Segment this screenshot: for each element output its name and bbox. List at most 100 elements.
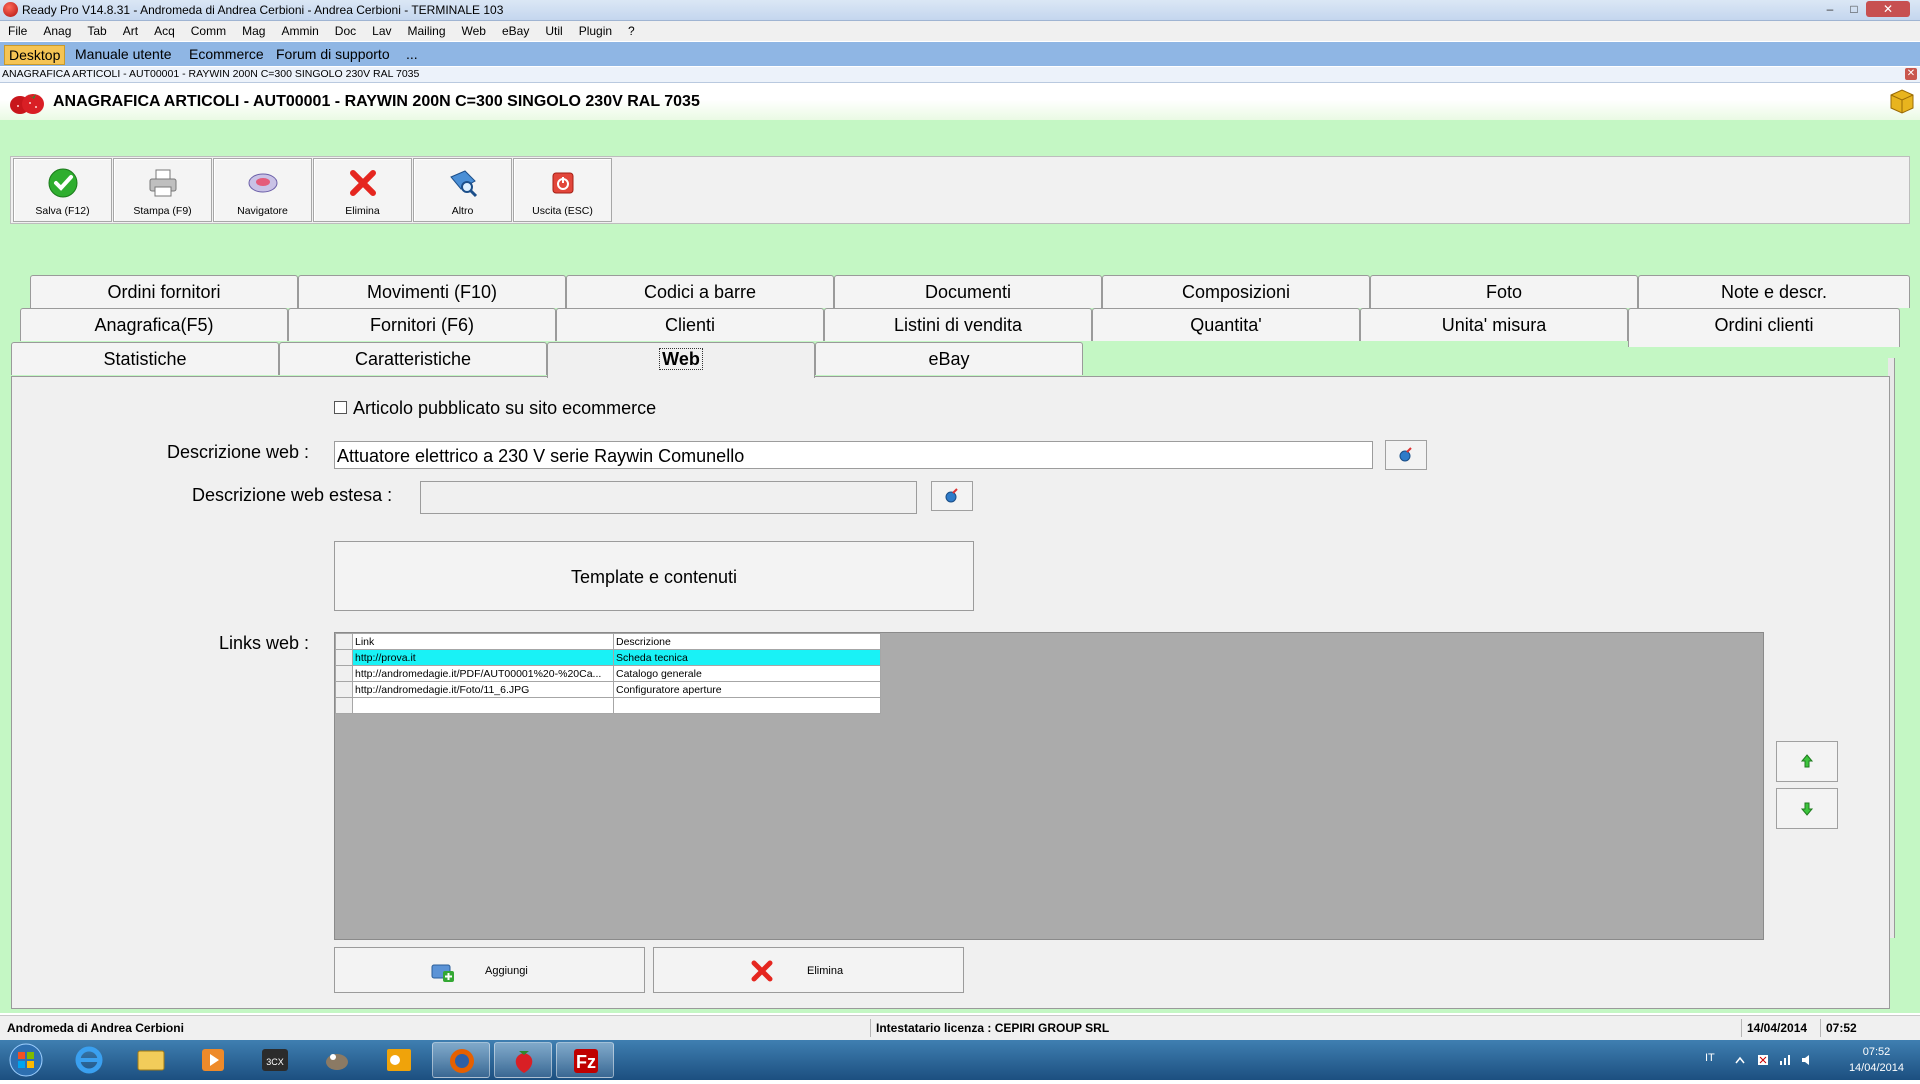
table-row[interactable] [335,697,881,714]
menu-help[interactable]: ? [620,21,643,41]
menu-doc[interactable]: Doc [327,21,364,41]
link-desktop[interactable]: Desktop [4,45,66,65]
tab-documenti[interactable]: Documenti [834,275,1102,308]
tab-anagrafica[interactable]: Anagrafica(F5) [20,308,288,341]
print-label: Stampa (F9) [133,205,192,217]
menu-art[interactable]: Art [115,21,146,41]
maximize-button[interactable]: □ [1842,1,1866,17]
template-contents-button[interactable]: Template e contenuti [334,541,974,611]
tab-unita-misura[interactable]: Unita' misura [1360,308,1628,341]
form-header: ANAGRAFICA ARTICOLI - AUT00001 - RAYWIN … [0,83,1920,120]
menu-file[interactable]: File [0,21,35,41]
description-cell[interactable]: Catalogo generale [613,665,881,682]
menu-anag[interactable]: Anag [35,21,79,41]
tab-fornitori[interactable]: Fornitori (F6) [288,308,556,341]
tab-movimenti[interactable]: Movimenti (F10) [298,275,566,308]
link-more[interactable]: ... [402,45,422,63]
link-manuale-utente[interactable]: Manuale utente [71,45,176,63]
tab-clienti[interactable]: Clienti [556,308,824,341]
link-forum[interactable]: Forum di supporto [272,45,394,63]
navigator-label: Navigatore [237,205,288,217]
tab-statistiche[interactable]: Statistiche [11,342,279,375]
link-ecommerce[interactable]: Ecommerce [185,45,268,63]
move-up-button[interactable] [1776,741,1838,782]
save-button[interactable]: Salva (F12) [13,158,112,222]
taskbar-clock[interactable]: 07:52 14/04/2014 [1849,1044,1904,1076]
tab-codici-a-barre[interactable]: Codici a barre [566,275,834,308]
link-cell[interactable] [352,697,614,714]
menu-acq[interactable]: Acq [146,21,183,41]
svg-text:3CX: 3CX [266,1057,284,1067]
menu-mailing[interactable]: Mailing [400,21,454,41]
menu-tab[interactable]: Tab [79,21,114,41]
language-indicator[interactable]: IT [1705,1052,1715,1064]
add-link-button[interactable]: Aggiungi [334,947,645,993]
row-header[interactable] [335,649,353,666]
tab-ordini-clienti[interactable]: Ordini clienti [1628,308,1900,347]
published-checkbox[interactable] [334,401,347,414]
navigator-button[interactable]: Navigatore [213,158,312,222]
menu-web[interactable]: Web [454,21,494,41]
checkmark-icon [48,168,78,198]
taskbar-firefox[interactable] [432,1042,490,1078]
tab-composizioni[interactable]: Composizioni [1102,275,1370,308]
start-button-icon[interactable] [6,1042,46,1078]
print-button[interactable]: Stampa (F9) [113,158,212,222]
delete-link-button[interactable]: Elimina [653,947,964,993]
tab-ebay[interactable]: eBay [815,342,1083,375]
outlook-icon [387,1049,411,1071]
menu-ebay[interactable]: eBay [494,21,537,41]
taskbar-ie[interactable] [60,1042,118,1078]
taskbar-outlook[interactable] [370,1042,428,1078]
table-row[interactable]: http://andromedagie.it/PDF/AUT00001%20-%… [335,665,881,682]
taskbar-filezilla[interactable]: Fz [556,1042,614,1078]
link-cell[interactable]: http://andromedagie.it/Foto/11_6.JPG [352,681,614,698]
taskbar-readypro[interactable] [494,1042,552,1078]
globe-edit-icon [945,488,958,503]
row-header[interactable] [335,665,353,682]
filezilla-icon: Fz [574,1049,598,1073]
grid-header-link[interactable]: Link [352,633,614,650]
tab-quantita[interactable]: Quantita' [1092,308,1360,341]
delete-button[interactable]: Elimina [313,158,412,222]
tab-ordini-fornitori[interactable]: Ordini fornitori [30,275,298,308]
web-description-edit-button[interactable] [1385,440,1427,470]
tab-caratteristiche[interactable]: Caratteristiche [279,342,547,375]
row-header[interactable] [335,697,353,714]
link-cell[interactable]: http://andromedagie.it/PDF/AUT00001%20-%… [352,665,614,682]
menu-comm[interactable]: Comm [183,21,234,41]
other-button[interactable]: Altro [413,158,512,222]
description-cell[interactable]: Scheda tecnica [613,649,881,666]
taskbar-explorer[interactable] [122,1042,180,1078]
table-row[interactable]: http://prova.it Scheda tecnica [335,649,881,666]
tab-web[interactable]: Web [547,342,815,378]
exit-button[interactable]: Uscita (ESC) [513,158,612,222]
exit-label: Uscita (ESC) [532,205,593,217]
system-tray-icons[interactable] [1730,1052,1820,1068]
web-extended-description-edit-button[interactable] [931,481,973,511]
link-cell[interactable]: http://prova.it [352,649,614,666]
close-button[interactable]: ✕ [1866,1,1910,17]
description-cell[interactable]: Configuratore aperture [613,681,881,698]
table-row[interactable]: http://andromedagie.it/Foto/11_6.JPG Con… [335,681,881,698]
tab-foto[interactable]: Foto [1370,275,1638,308]
web-description-input[interactable]: Attuatore elettrico a 230 V serie Raywin… [334,441,1373,469]
menu-mag[interactable]: Mag [234,21,273,41]
taskbar-gimp[interactable] [308,1042,366,1078]
row-header[interactable] [335,681,353,698]
menu-ammin[interactable]: Ammin [273,21,326,41]
tab-note-e-descr[interactable]: Note e descr. [1638,275,1910,308]
taskbar-3cx[interactable]: 3CX [246,1042,304,1078]
move-down-button[interactable] [1776,788,1838,829]
web-extended-description-input[interactable] [420,481,917,514]
menu-plugin[interactable]: Plugin [571,21,620,41]
menu-util[interactable]: Util [537,21,570,41]
grid-header-description[interactable]: Descrizione [613,633,881,650]
tab-listini-di-vendita[interactable]: Listini di vendita [824,308,1092,341]
menu-lav[interactable]: Lav [364,21,399,41]
minimize-button[interactable]: – [1818,1,1842,17]
close-child-window-icon[interactable]: ✕ [1905,68,1917,80]
description-cell[interactable] [613,697,881,714]
taskbar-media[interactable] [184,1042,242,1078]
3cx-phone-icon: 3CX [262,1049,288,1071]
